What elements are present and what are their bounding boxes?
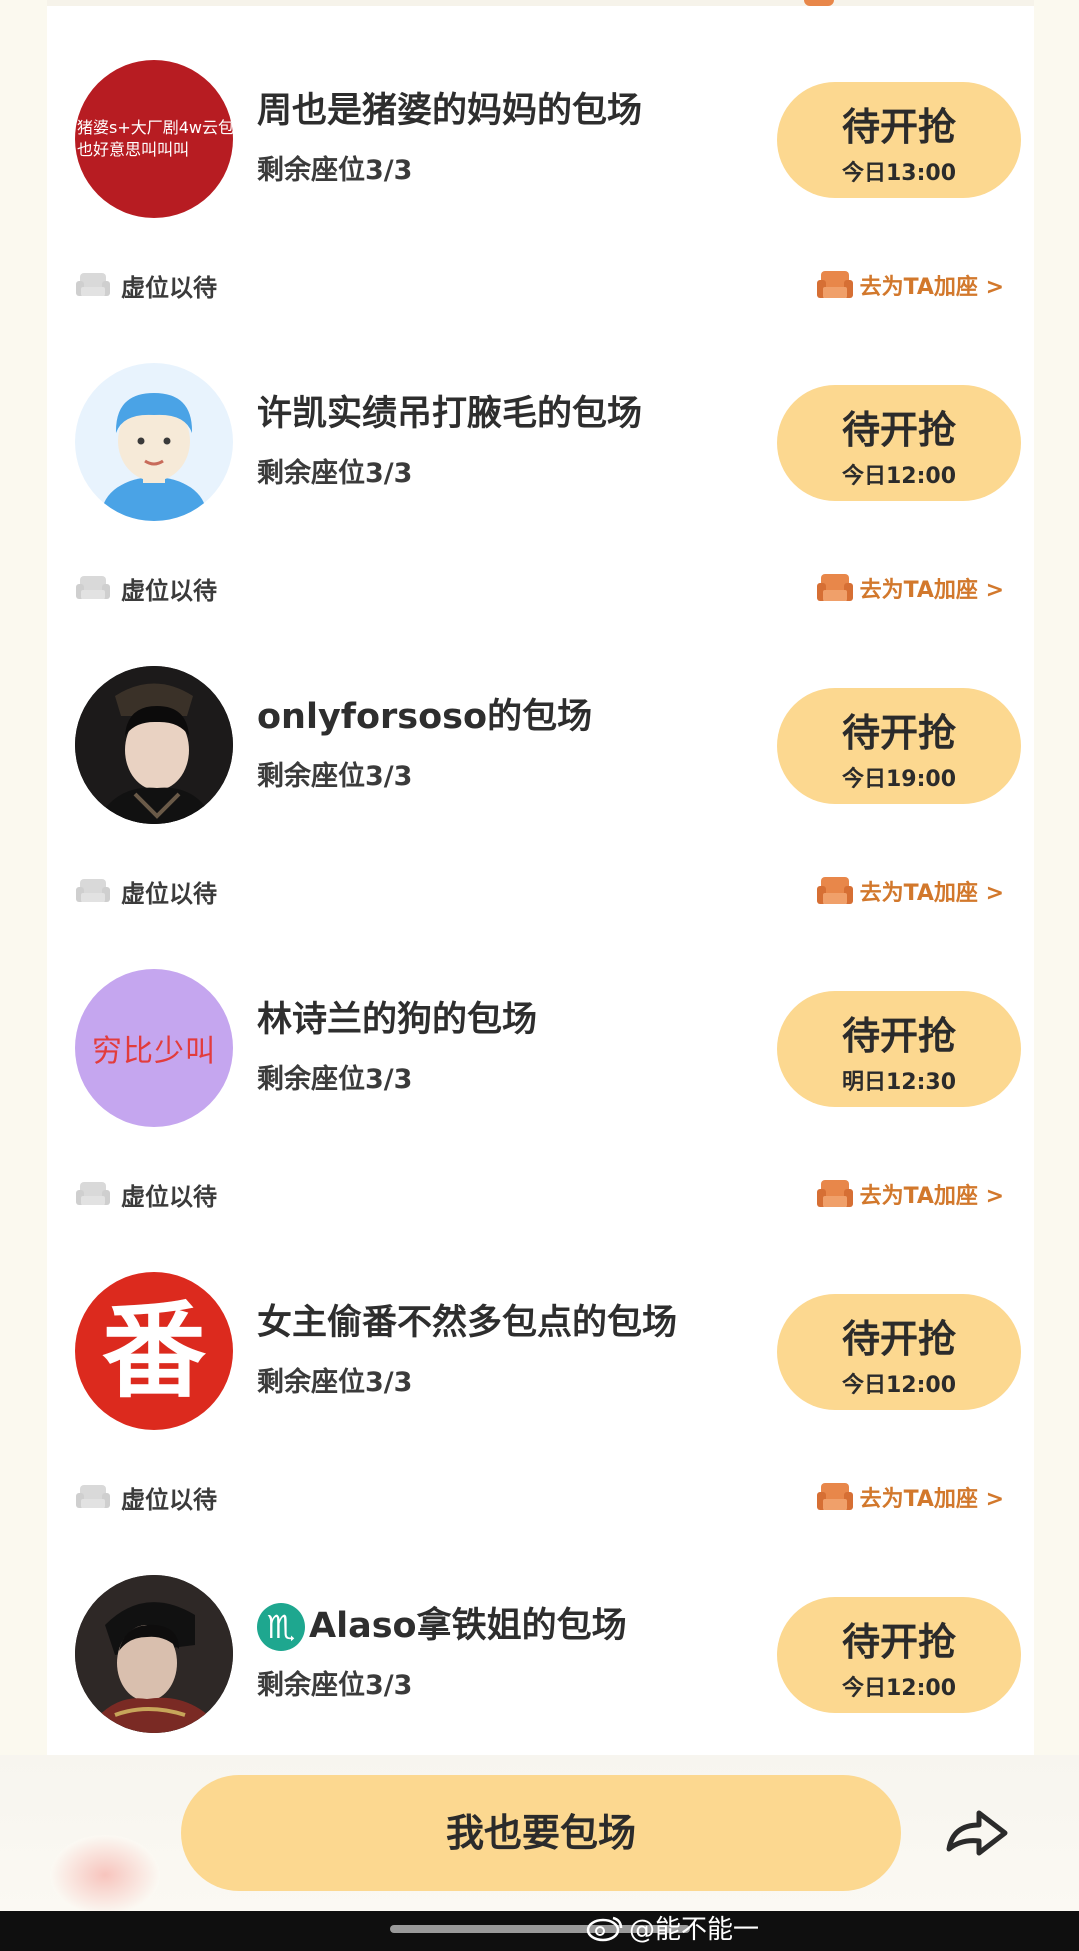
watermark-text: @能不能一 xyxy=(629,1914,760,1945)
screening-title[interactable]: 女主偷番不然多包点的包场 xyxy=(257,1294,677,1345)
sofa-icon xyxy=(76,273,110,296)
join-seat-label: 去为TA加座 > xyxy=(859,881,1004,906)
grab-button-label: 待开抢 xyxy=(841,711,956,755)
sofa-icon xyxy=(76,879,110,902)
join-seat-label: 去为TA加座 > xyxy=(859,1184,1004,1209)
list-item: 番 女主偷番不然多包点的包场 剩余座位3/3 待开抢 今日12:00 虚位以待 … xyxy=(47,1212,1034,1515)
avatar-text: 番 xyxy=(101,1289,206,1412)
weibo-watermark: @能不能一 xyxy=(585,1903,759,1951)
grab-button[interactable]: 待开抢 今日12:00 xyxy=(777,1294,1021,1410)
join-seat-link[interactable]: 去为TA加座 > xyxy=(816,568,1004,608)
virtual-seat: 虚位以待 xyxy=(75,1477,217,1517)
virtual-seat: 虚位以待 xyxy=(75,568,217,608)
create-screening-button[interactable]: 我也要包场 xyxy=(181,1775,901,1891)
virtual-seat-label: 虚位以待 xyxy=(121,273,217,302)
grab-button-label: 待开抢 xyxy=(841,1014,956,1058)
virtual-seat: 虚位以待 xyxy=(75,265,217,305)
virtual-seat: 虚位以待 xyxy=(75,1174,217,1214)
list-item: 许凯实绩吊打腋毛的包场 剩余座位3/3 待开抢 今日12:00 虚位以待 去为T… xyxy=(47,303,1034,606)
avatar-text: 穷比少叫 xyxy=(92,1034,216,1069)
weibo-icon xyxy=(586,1916,623,1942)
grab-button[interactable]: 待开抢 今日13:00 xyxy=(777,82,1021,198)
grab-button[interactable]: 待开抢 今日19:00 xyxy=(777,688,1021,804)
join-seat-label: 去为TA加座 > xyxy=(859,275,1004,300)
grab-button-label: 待开抢 xyxy=(841,105,956,149)
screening-title[interactable]: ♏ Alaso拿铁姐的包场 xyxy=(257,1597,627,1651)
share-arrow-icon[interactable] xyxy=(943,1803,1011,1863)
avatar[interactable] xyxy=(75,666,233,824)
list-item: 穷比少叫 林诗兰的狗的包场 剩余座位3/3 待开抢 明日12:30 虚位以待 去… xyxy=(47,909,1034,1212)
grab-button[interactable]: 待开抢 今日12:00 xyxy=(777,385,1021,501)
grab-button-time: 今日12:00 xyxy=(841,464,957,489)
scorpio-icon: ♏ xyxy=(257,1603,305,1651)
portrait-photo xyxy=(75,1575,233,1733)
screening-title[interactable]: 周也是猪婆的妈妈的包场 xyxy=(257,82,642,133)
grab-button-time: 今日13:00 xyxy=(841,161,957,186)
join-seat-label: 去为TA加座 > xyxy=(859,1487,1004,1512)
list-item: onlyforsoso的包场 剩余座位3/3 待开抢 今日19:00 虚位以待 … xyxy=(47,606,1034,909)
default-avatar-icon xyxy=(102,393,206,521)
list-panel: 猪婆s+大厂剧4w云包 也好意思叫叫叫 周也是猪婆的妈妈的包场 剩余座位3/3 … xyxy=(47,0,1034,1860)
sofa-icon xyxy=(816,1180,853,1207)
virtual-seat-label: 虚位以待 xyxy=(121,576,217,605)
join-seat-label: 去为TA加座 > xyxy=(859,578,1004,603)
remaining-seats: 剩余座位3/3 xyxy=(257,155,413,186)
remaining-seats: 剩余座位3/3 xyxy=(257,1064,413,1095)
grab-button-time: 今日12:00 xyxy=(841,1373,957,1398)
sofa-icon xyxy=(76,1485,110,1508)
grab-button-time: 明日12:30 xyxy=(841,1070,957,1095)
join-seat-link[interactable]: 去为TA加座 > xyxy=(816,871,1004,911)
join-seat-link[interactable]: 去为TA加座 > xyxy=(816,1174,1004,1214)
screening-title[interactable]: onlyforsoso的包场 xyxy=(257,688,592,739)
avatar[interactable]: 穷比少叫 xyxy=(75,969,233,1127)
bottom-action-bar: 我也要包场 xyxy=(0,1755,1079,1915)
grab-button-time: 今日19:00 xyxy=(841,767,957,792)
avatar[interactable]: 番 xyxy=(75,1272,233,1430)
virtual-seat-label: 虚位以待 xyxy=(121,879,217,908)
sofa-icon xyxy=(816,877,853,904)
decorative-blob xyxy=(50,1835,160,1915)
virtual-seat-label: 虚位以待 xyxy=(121,1182,217,1211)
screening-title[interactable]: 林诗兰的狗的包场 xyxy=(257,991,537,1042)
grab-button-time: 今日12:00 xyxy=(841,1676,957,1701)
virtual-seat-label: 虚位以待 xyxy=(121,1485,217,1514)
remaining-seats: 剩余座位3/3 xyxy=(257,1670,413,1701)
join-seat-link[interactable]: 去为TA加座 > xyxy=(816,265,1004,305)
virtual-seat: 虚位以待 xyxy=(75,871,217,911)
avatar-text: 猪婆s+大厂剧4w云包 也好意思叫叫叫 xyxy=(77,118,233,159)
sofa-icon xyxy=(76,1182,110,1205)
avatar[interactable] xyxy=(75,1575,233,1733)
grab-button-label: 待开抢 xyxy=(841,1317,956,1361)
sofa-icon xyxy=(816,1483,853,1510)
remaining-seats: 剩余座位3/3 xyxy=(257,458,413,489)
sofa-icon xyxy=(816,574,853,601)
avatar[interactable] xyxy=(75,363,233,521)
grab-button[interactable]: 待开抢 明日12:30 xyxy=(777,991,1021,1107)
avatar[interactable]: 猪婆s+大厂剧4w云包 也好意思叫叫叫 xyxy=(75,60,233,218)
grab-button-label: 待开抢 xyxy=(841,408,956,452)
join-seat-link[interactable]: 去为TA加座 > xyxy=(816,1477,1004,1517)
system-nav-bar xyxy=(0,1911,1079,1951)
screening-title-text: Alaso拿铁姐的包场 xyxy=(309,1606,627,1646)
portrait-photo xyxy=(75,666,233,824)
remaining-seats: 剩余座位3/3 xyxy=(257,1367,413,1398)
grab-button-label: 待开抢 xyxy=(841,1620,956,1664)
list-item: 猪婆s+大厂剧4w云包 也好意思叫叫叫 周也是猪婆的妈妈的包场 剩余座位3/3 … xyxy=(47,0,1034,303)
screening-title[interactable]: 许凯实绩吊打腋毛的包场 xyxy=(257,385,642,436)
sofa-icon xyxy=(816,271,853,298)
grab-button[interactable]: 待开抢 今日12:00 xyxy=(777,1597,1021,1713)
sofa-icon xyxy=(76,576,110,599)
remaining-seats: 剩余座位3/3 xyxy=(257,761,413,792)
